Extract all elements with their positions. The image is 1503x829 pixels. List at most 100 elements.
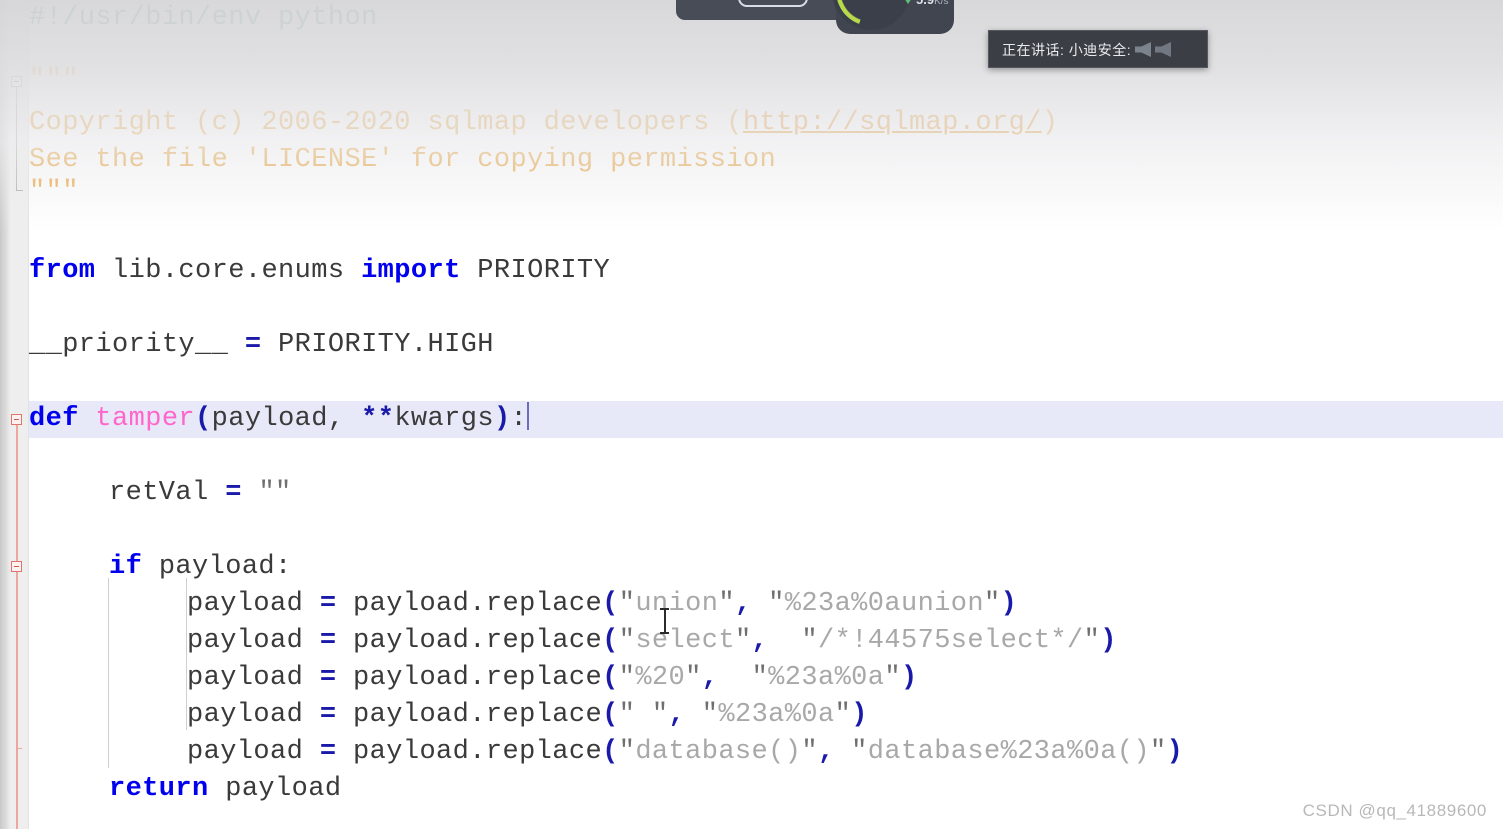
code-token: = <box>319 663 337 693</box>
code-token: payload <box>187 663 320 693</box>
code-line-license[interactable]: See the file 'LICENSE' for copying permi… <box>29 142 776 179</box>
code-token: def <box>29 404 79 434</box>
code-token: , <box>734 589 752 619</box>
code-token: if <box>109 552 143 582</box>
code-token: = <box>319 737 337 767</box>
code-token: database() <box>635 737 802 767</box>
code-token: " <box>618 737 636 767</box>
watermark: CSDN @qq_41889600 <box>1302 801 1487 820</box>
code-token: , <box>701 663 719 693</box>
code-token: ) <box>493 404 511 434</box>
code-token: %23a%0a <box>718 700 835 730</box>
code-token: ) <box>851 700 868 730</box>
code-token: " <box>701 700 719 730</box>
code-token: tamper <box>95 404 196 434</box>
code-token: " <box>734 626 752 656</box>
code-line-docstring-open[interactable]: """ <box>29 62 79 99</box>
code-token: payload.replace <box>336 700 603 730</box>
code-token: See the file 'LICENSE' for copying permi… <box>29 145 777 175</box>
code-token: " <box>768 589 785 619</box>
code-token: = <box>244 330 262 360</box>
code-token: " <box>618 663 636 693</box>
code-token: payload <box>187 700 320 730</box>
code-token: , <box>668 700 686 730</box>
code-token: " <box>618 700 636 730</box>
code-token: retVal <box>109 478 226 508</box>
code-token: " <box>685 663 702 693</box>
code-token: ( <box>195 404 212 434</box>
code-token: " <box>984 589 1001 619</box>
code-token: ** <box>361 404 395 434</box>
code-token: Copyright (c) 2006-2020 sqlmap developer… <box>29 108 743 138</box>
code-token: %23a%0a <box>768 663 885 693</box>
code-line-return-payload[interactable]: return payload <box>109 771 341 808</box>
code-line-docstring-close[interactable]: """ <box>29 174 79 211</box>
fold-marker-def-tamper[interactable] <box>11 414 22 425</box>
code-line-if-payload[interactable]: if payload: <box>109 549 292 586</box>
fold-range-def-tamper <box>16 425 18 829</box>
code-token: " <box>618 589 636 619</box>
code-token: , <box>817 737 835 767</box>
code-token: %23a%0aunion <box>784 589 984 619</box>
code-line-priority-assign[interactable]: __priority__ = PRIORITY.HIGH <box>29 327 494 364</box>
code-line-replace-space[interactable]: payload = payload.replace(" ", "%23a%0a"… <box>187 697 868 734</box>
code-editor[interactable]: #!/usr/bin/env python """ Copyright (c) 20… <box>0 0 1503 829</box>
code-token: payload.replace <box>336 626 603 656</box>
code-token: __priority__ <box>29 330 245 360</box>
code-line-replace-database[interactable]: payload = payload.replace("database()", … <box>187 734 1183 771</box>
code-token: ( <box>602 700 619 730</box>
code-token: ) <box>1166 737 1184 767</box>
code-line-def-tamper[interactable]: def tamper(payload, **kwargs): <box>29 401 530 438</box>
code-token: " <box>618 626 636 656</box>
code-token: ) <box>901 663 918 693</box>
code-token: = <box>319 589 337 619</box>
code-line-replace-pct20[interactable]: payload = payload.replace("%20", "%23a%0… <box>187 660 918 697</box>
code-content[interactable]: #!/usr/bin/env python """ Copyright (c) 20… <box>29 0 1503 829</box>
code-token: " <box>801 737 818 767</box>
code-line-import-priority[interactable]: from lib.core.enums import PRIORITY <box>29 253 610 290</box>
code-token: union <box>635 589 719 619</box>
code-token: ( <box>602 626 619 656</box>
code-token: lib.core.enums <box>95 256 362 286</box>
code-line-replace-select[interactable]: payload = payload.replace("select", "/*!… <box>187 623 1117 660</box>
code-token: payload, <box>211 404 362 434</box>
fold-marker-if-payload[interactable] <box>11 561 22 572</box>
code-line-retval[interactable]: retVal = "" <box>109 475 292 512</box>
fold-marker-docstring[interactable] <box>11 76 22 87</box>
code-token: = <box>225 478 242 508</box>
code-token: ( <box>602 737 619 767</box>
code-token: payload <box>187 737 320 767</box>
code-token: select <box>635 626 735 656</box>
gutter-shade <box>0 0 10 829</box>
code-token: , <box>751 626 769 656</box>
code-token: " <box>651 700 669 730</box>
indent-guide <box>108 578 109 768</box>
code-token: payload <box>187 589 320 619</box>
code-token: payload.replace <box>336 663 603 693</box>
code-line-shebang[interactable]: #!/usr/bin/env python <box>29 0 378 37</box>
code-line-replace-union[interactable]: payload = payload.replace("union", "%23a… <box>187 586 1017 623</box>
code-token: import <box>361 256 461 286</box>
code-token: " <box>851 737 868 767</box>
code-line-copyright[interactable]: Copyright (c) 2006-2020 sqlmap developer… <box>29 105 1058 142</box>
code-token: ( <box>602 589 619 619</box>
code-token: = <box>319 626 337 656</box>
text-ibeam-cursor <box>660 608 669 634</box>
code-token: payload: <box>142 552 292 582</box>
code-token: PRIORITY <box>460 256 611 286</box>
code-token: kwargs <box>394 404 494 434</box>
fold-tick <box>16 748 22 749</box>
code-token: payload <box>208 774 342 804</box>
code-token: ) <box>1041 108 1059 138</box>
code-token: payload.replace <box>336 589 603 619</box>
code-token: " <box>834 700 852 730</box>
code-token: " <box>751 663 769 693</box>
code-token: from <box>29 256 96 286</box>
code-token: payload <box>187 626 320 656</box>
